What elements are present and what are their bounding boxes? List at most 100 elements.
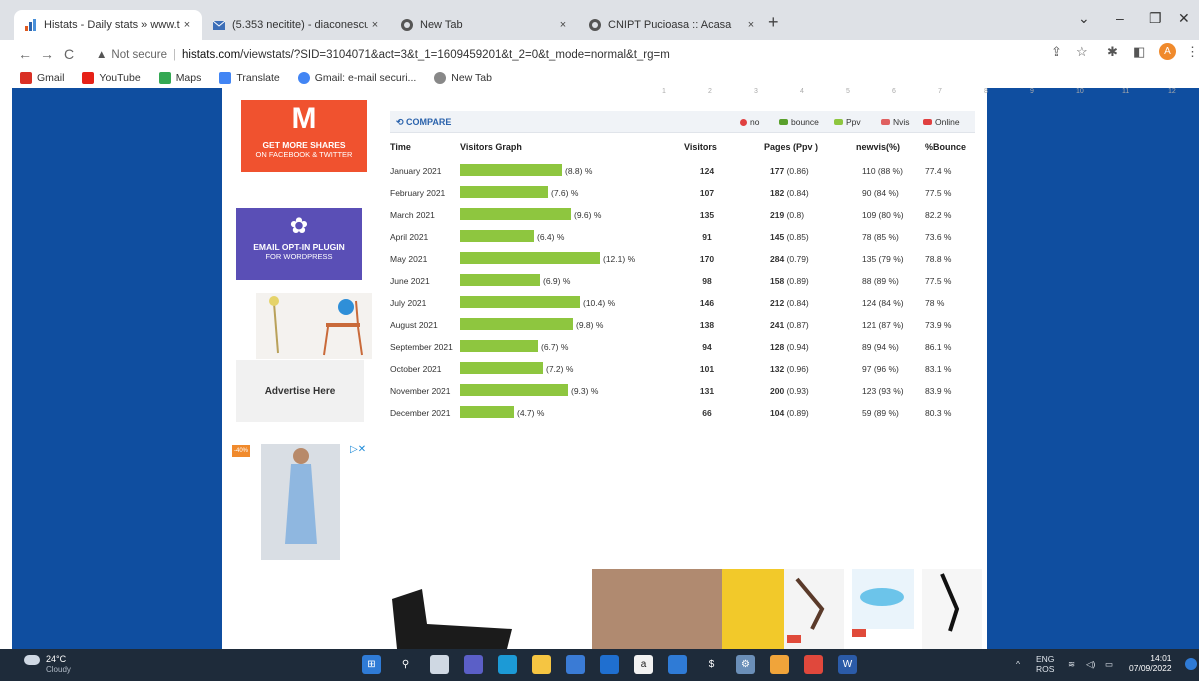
header-pages[interactable]: Pages (Ppv )	[764, 142, 818, 152]
weather-widget[interactable]: 24°C Cloudy	[24, 654, 71, 674]
forward-button[interactable]: →	[36, 46, 58, 62]
close-icon[interactable]: ×	[180, 19, 194, 31]
pages-count: 241	[770, 320, 785, 330]
close-icon[interactable]: ×	[556, 19, 570, 31]
reload-button[interactable]: C	[58, 46, 80, 62]
store-icon[interactable]	[566, 655, 585, 674]
app-icon[interactable]: $	[702, 655, 721, 674]
bookmark-youtube[interactable]: YouTube	[82, 72, 141, 84]
settings-icon[interactable]: ⚙	[736, 655, 755, 674]
menu-icon[interactable]: ⋮	[1186, 44, 1199, 60]
header-visitors[interactable]: Visitors	[684, 142, 717, 152]
axis-tick-label: 1	[662, 88, 666, 95]
tab-search-icon[interactable]: ⌄	[1078, 10, 1090, 27]
word-icon[interactable]: W	[838, 655, 857, 674]
battery-icon[interactable]: ▭	[1105, 659, 1113, 670]
table-row[interactable]: May 2021 (12.1) % 170 284 (0.79) 135 (79 %) 7…	[390, 248, 975, 270]
dress-ad[interactable]: -40% ▷✕	[232, 440, 372, 564]
close-window-button[interactable]: ✕	[1178, 10, 1190, 27]
table-row[interactable]: August 2021 (9.8) % 138 241 (0.87) 121 (87 %…	[390, 314, 975, 336]
legend-no[interactable]: no	[740, 117, 759, 127]
notification-icon[interactable]	[1185, 658, 1197, 670]
close-icon[interactable]: ×	[368, 19, 382, 31]
tray-chevron-icon[interactable]: ^	[1016, 659, 1020, 669]
compare-button[interactable]: ⟲ COMPARE	[396, 117, 451, 128]
month-label: December 2021	[390, 408, 451, 418]
legend-nvis[interactable]: Nvis	[881, 117, 910, 127]
sidebar-icon[interactable]: ◧	[1133, 44, 1145, 60]
legend-ppv[interactable]: Ppv	[834, 117, 861, 127]
bookmark-newtab[interactable]: New Tab	[434, 72, 492, 84]
bookmark-gmail[interactable]: Gmail	[20, 72, 64, 84]
shares-ad[interactable]: M GET MORE SHARES ON FACEBOOK & TWITTER	[241, 100, 367, 172]
header-newvis[interactable]: newvis(%)	[856, 142, 900, 152]
table-row[interactable]: January 2021 (8.8) % 124 177 (0.86) 110 (88 …	[390, 160, 975, 182]
teams-icon[interactable]	[464, 655, 483, 674]
edge-icon[interactable]	[498, 655, 517, 674]
bookmark-translate[interactable]: Translate	[219, 72, 280, 84]
extensions-icon[interactable]: ✱	[1107, 44, 1118, 60]
tab-mail[interactable]: (5.353 necitite) - diaconescu_anc ×	[202, 10, 390, 40]
table-row[interactable]: March 2021 (9.6) % 135 219 (0.8) 109 (80 %) 8…	[390, 204, 975, 226]
search-icon[interactable]: ⚲	[396, 655, 415, 674]
month-label: March 2021	[390, 210, 435, 220]
pages-value: 132 (0.96)	[770, 364, 809, 374]
task-view-icon[interactable]	[430, 655, 449, 674]
header-graph[interactable]: Visitors Graph	[460, 142, 522, 152]
pages-ppv: (0.96)	[786, 364, 809, 374]
header-time[interactable]: Time	[390, 142, 411, 152]
file-explorer-icon[interactable]	[532, 655, 551, 674]
bookmark-star-icon[interactable]: ☆	[1076, 44, 1088, 60]
maximize-button[interactable]: ❐	[1149, 10, 1162, 27]
adchoices-icon[interactable]: ▷✕	[350, 444, 366, 455]
bounce-rate: 77.5 %	[925, 276, 952, 286]
table-row[interactable]: December 2021 (4.7) % 66 104 (0.89) 59 (89 %…	[390, 402, 975, 424]
clock[interactable]: 14:01 07/09/2022	[1129, 653, 1172, 673]
minimize-button[interactable]: –	[1116, 10, 1124, 26]
pages-value: 128 (0.94)	[770, 342, 809, 352]
email-plugin-ad[interactable]: ✿ EMAIL OPT-IN PLUGIN FOR WORDPRESS	[236, 208, 362, 280]
table-row[interactable]: November 2021 (9.3) % 131 200 (0.93) 123 (93…	[390, 380, 975, 402]
chrome-icon[interactable]	[804, 655, 823, 674]
furniture-ad-image[interactable]	[256, 293, 372, 359]
wifi-icon[interactable]: ≋	[1068, 659, 1075, 670]
monthly-stats-table: ⟲ COMPARE no bounce Ppv Nvis Online Time…	[390, 108, 975, 438]
ppv-icon	[834, 119, 843, 125]
dropbox-icon[interactable]	[668, 655, 687, 674]
amazon-icon[interactable]: a	[634, 655, 653, 674]
close-icon[interactable]: ×	[744, 19, 758, 31]
legend-online[interactable]: Online	[923, 117, 960, 127]
address-bar[interactable]: ▲ Not secure | histats.com/viewstats/?SI…	[96, 44, 1036, 66]
tab-cnipt[interactable]: CNIPT Pucioasa :: Acasa ×	[578, 10, 766, 40]
legend-bounce[interactable]: bounce	[779, 117, 819, 127]
pages-count: 132	[770, 364, 785, 374]
new-tab-button[interactable]: +	[768, 12, 779, 33]
axis-tick-label: 11	[1122, 88, 1130, 95]
mail-icon[interactable]	[600, 655, 619, 674]
header-bounce[interactable]: %Bounce	[925, 142, 966, 152]
table-row[interactable]: February 2021 (7.6) % 107 182 (0.84) 90 (84 …	[390, 182, 975, 204]
bookmark-maps[interactable]: Maps	[158, 72, 201, 84]
table-row[interactable]: July 2021 (10.4) % 146 212 (0.84) 124 (84 %)…	[390, 292, 975, 314]
advertise-here-link[interactable]: Advertise Here	[236, 360, 364, 422]
start-icon[interactable]: ⊞	[362, 655, 381, 674]
tab-histats[interactable]: Histats - Daily stats » www.turis ×	[14, 10, 202, 40]
table-row[interactable]: June 2021 (6.9) % 98 158 (0.89) 88 (89 %) 77.…	[390, 270, 975, 292]
table-row[interactable]: October 2021 (7.2) % 101 132 (0.96) 97 (96 %…	[390, 358, 975, 380]
back-button[interactable]: ←	[14, 46, 36, 62]
photos-icon[interactable]	[770, 655, 789, 674]
table-row[interactable]: September 2021 (6.7) % 94 128 (0.94) 89 (94 …	[390, 336, 975, 358]
profile-avatar[interactable]: A	[1159, 43, 1176, 60]
axis-tick-label: 12	[1168, 88, 1176, 95]
table-row[interactable]: April 2021 (6.4) % 91 145 (0.85) 78 (85 %) 73…	[390, 226, 975, 248]
bounce-rate: 86.1 %	[925, 342, 952, 352]
visitors-count: 66	[702, 408, 712, 418]
share-icon[interactable]: ⇪	[1051, 44, 1062, 60]
legend-label: Online	[935, 117, 960, 127]
tab-newtab[interactable]: New Tab ×	[390, 10, 578, 40]
volume-icon[interactable]: ◁)	[1086, 659, 1095, 670]
language-indicator[interactable]: ENG ROS	[1036, 654, 1054, 674]
visitors-count: 138	[699, 320, 715, 330]
bottom-ad-banner[interactable]	[222, 569, 987, 649]
bookmark-gmail-secure[interactable]: Gmail: e-mail securi...	[297, 72, 416, 84]
